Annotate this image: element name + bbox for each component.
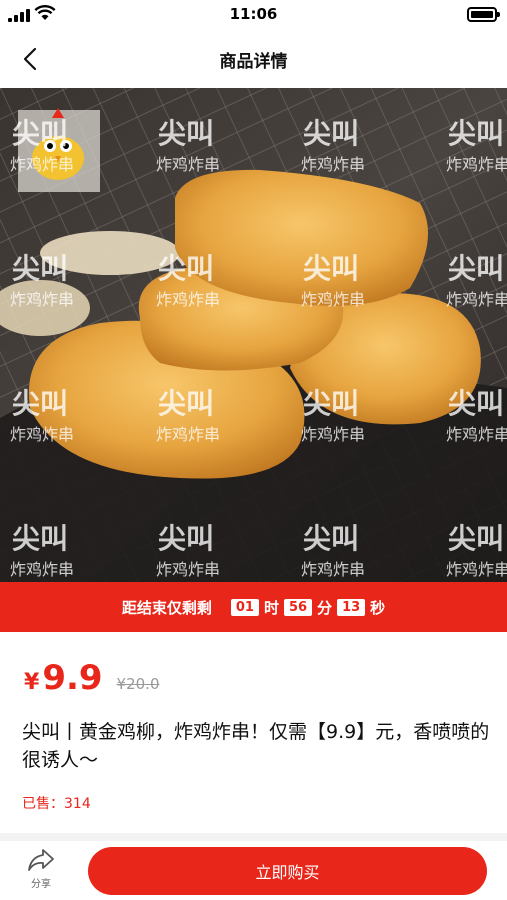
- svg-text:尖叫: 尖叫: [158, 117, 214, 150]
- currency-symbol: ¥: [24, 670, 40, 695]
- svg-text:炸鸡炸串: 炸鸡炸串: [156, 155, 220, 174]
- svg-text:尖叫: 尖叫: [303, 387, 359, 420]
- countdown-minutes: 56: [283, 598, 313, 616]
- svg-text:炸鸡炸串: 炸鸡炸串: [10, 560, 74, 579]
- svg-text:尖叫: 尖叫: [303, 522, 359, 555]
- svg-text:尖叫: 尖叫: [158, 387, 214, 420]
- svg-text:炸鸡炸串: 炸鸡炸串: [301, 425, 365, 444]
- svg-text:尖叫: 尖叫: [12, 252, 68, 285]
- countdown-seconds: 13: [337, 598, 366, 616]
- svg-text:炸鸡炸串: 炸鸡炸串: [10, 425, 74, 444]
- svg-text:尖叫: 尖叫: [303, 252, 359, 285]
- buy-now-button[interactable]: 立即购买: [88, 847, 487, 895]
- share-icon: [28, 849, 54, 871]
- countdown-seconds-unit: 秒: [370, 598, 386, 617]
- svg-text:炸鸡炸串: 炸鸡炸串: [301, 560, 365, 579]
- status-bar: 11:06: [0, 0, 507, 30]
- countdown-minutes-unit: 分: [317, 598, 333, 617]
- svg-text:炸鸡炸串: 炸鸡炸串: [156, 560, 220, 579]
- svg-text:尖叫: 尖叫: [448, 252, 504, 285]
- svg-text:炸鸡炸串: 炸鸡炸串: [156, 425, 220, 444]
- svg-text:尖叫: 尖叫: [448, 117, 504, 150]
- sold-value: 314: [64, 796, 91, 812]
- svg-text:炸鸡炸串: 炸鸡炸串: [446, 560, 507, 579]
- svg-text:炸鸡炸串: 炸鸡炸串: [10, 290, 74, 309]
- svg-text:炸鸡炸串: 炸鸡炸串: [446, 290, 507, 309]
- share-label: 分享: [31, 879, 51, 890]
- share-button[interactable]: 分享: [18, 847, 64, 895]
- current-price: 9.9: [42, 658, 103, 698]
- svg-text:尖叫: 尖叫: [158, 522, 214, 555]
- page-title: 商品详情: [219, 52, 288, 72]
- sold-label: 已售：: [22, 796, 64, 812]
- svg-text:炸鸡炸串: 炸鸡炸串: [10, 155, 74, 174]
- battery-icon: [467, 7, 500, 22]
- svg-text:炸鸡炸串: 炸鸡炸串: [301, 290, 365, 309]
- countdown-label: 距结束仅剩剩: [121, 598, 212, 617]
- bottom-bar: 分享 立即购买: [0, 841, 507, 900]
- countdown-hours: 01: [230, 598, 259, 616]
- product-image: 尖叫 炸鸡炸串 尖叫 炸鸡炸串 尖叫 炸鸡炸串 尖叫 炸鸡炸串 尖叫 炸鸡炸串 …: [0, 88, 507, 582]
- sold-count: 已售：314: [22, 793, 91, 813]
- svg-text:炸鸡炸串: 炸鸡炸串: [156, 290, 220, 309]
- svg-text:尖叫: 尖叫: [12, 522, 68, 555]
- svg-text:尖叫: 尖叫: [158, 252, 214, 285]
- svg-text:炸鸡炸串: 炸鸡炸串: [301, 155, 365, 174]
- product-title: 尖叫丨黄金鸡柳，炸鸡炸串！仅需【9.9】元，香喷喷的很诱人～: [22, 721, 490, 771]
- original-price: ¥20.0: [116, 675, 160, 693]
- svg-text:尖叫: 尖叫: [12, 117, 68, 150]
- nav-bar: 商品详情: [0, 30, 507, 88]
- svg-text:炸鸡炸串: 炸鸡炸串: [446, 425, 507, 444]
- svg-text:炸鸡炸串: 炸鸡炸串: [446, 155, 507, 174]
- svg-text:尖叫: 尖叫: [12, 387, 68, 420]
- svg-text:尖叫: 尖叫: [303, 117, 359, 150]
- countdown-bar: 距结束仅剩剩 01 时 56 分 13 秒: [0, 582, 507, 632]
- svg-text:尖叫: 尖叫: [448, 387, 504, 420]
- price-row: ¥ 9.9 ¥20.0: [24, 658, 160, 700]
- divider: [0, 833, 507, 841]
- svg-text:尖叫: 尖叫: [448, 522, 504, 555]
- status-time: 11:06: [229, 5, 278, 23]
- countdown-hours-unit: 时: [263, 598, 279, 617]
